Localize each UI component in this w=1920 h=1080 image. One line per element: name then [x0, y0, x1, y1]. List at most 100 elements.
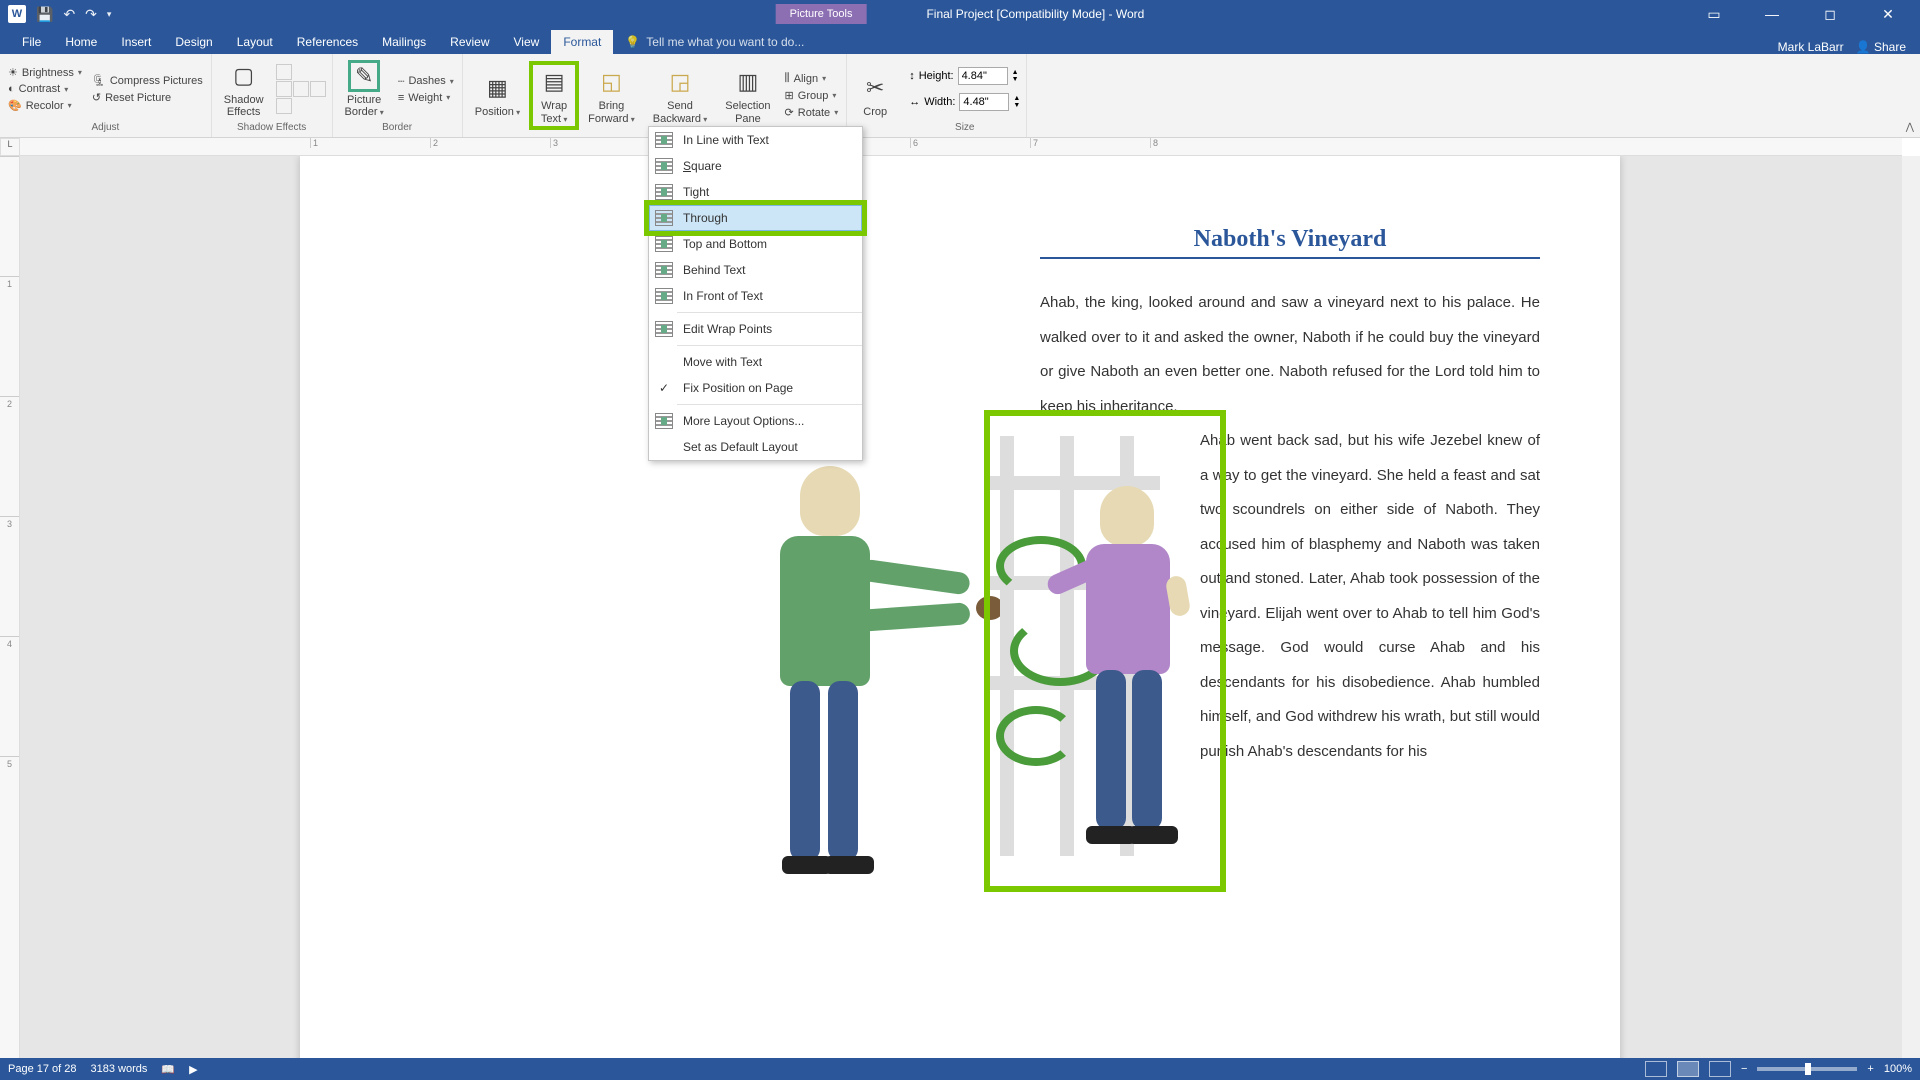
shadow-toggle[interactable]: [293, 81, 309, 97]
move-with-text-item[interactable]: Move with Text: [649, 349, 862, 375]
set-default-layout-item[interactable]: Set as Default Layout: [649, 434, 862, 460]
bring-forward-button[interactable]: ◱Bring Forward: [582, 64, 641, 126]
bring-forward-icon: ◱: [595, 66, 627, 98]
ruler-tick: 2: [0, 396, 19, 516]
width-down[interactable]: ▼: [1013, 102, 1020, 109]
tab-format[interactable]: Format: [551, 30, 613, 54]
page[interactable]: Naboth's Vineyard Ahab, the king, looked…: [300, 156, 1620, 1058]
picture-naboth-figure[interactable]: [990, 416, 1220, 886]
height-down[interactable]: ▼: [1012, 76, 1019, 83]
group-label-adjust: Adjust: [91, 122, 119, 135]
ribbon-display-options-icon[interactable]: ▭: [1694, 6, 1734, 23]
wrap-front-item[interactable]: In Front of Text: [649, 283, 862, 309]
wrap-through-item[interactable]: Through: [649, 205, 862, 231]
tab-mailings[interactable]: Mailings: [370, 30, 438, 54]
wrap-topbottom-icon: [655, 236, 673, 252]
maximize-icon[interactable]: ◻: [1810, 6, 1850, 23]
layout-options-icon: [655, 413, 673, 429]
save-icon[interactable]: 💾: [36, 6, 53, 23]
wrap-inline-icon: [655, 132, 673, 148]
wrap-tight-item[interactable]: Tight: [649, 179, 862, 205]
tell-me-search[interactable]: 💡 Tell me what you want to do...: [613, 30, 816, 54]
vertical-scrollbar[interactable]: [1902, 156, 1920, 1058]
position-icon: ▦: [481, 72, 513, 104]
selection-pane-button[interactable]: ▥Selection Pane: [719, 64, 776, 126]
redo-icon[interactable]: ↷: [85, 6, 97, 23]
page-indicator[interactable]: Page 17 of 28: [8, 1063, 77, 1075]
vertical-ruler[interactable]: 1 2 3 4 5: [0, 156, 20, 1058]
height-label: Height:: [919, 70, 954, 82]
status-bar: Page 17 of 28 3183 words 📖 ▶ − + 100%: [0, 1058, 1920, 1080]
crop-button[interactable]: ✂Crop: [853, 70, 897, 120]
fix-position-item[interactable]: ✓Fix Position on Page: [649, 375, 862, 401]
wrap-top-bottom-item[interactable]: Top and Bottom: [649, 231, 862, 257]
user-name[interactable]: Mark LaBarr: [1778, 40, 1844, 54]
undo-icon[interactable]: ↶: [63, 6, 75, 23]
more-layout-options-item[interactable]: More Layout Options...: [649, 408, 862, 434]
weight-button[interactable]: ≡Weight: [396, 91, 456, 105]
width-input[interactable]: [959, 93, 1009, 111]
ribbon: ☀Brightness ◐Contrast 🎨Recolor 🗜Compress…: [0, 54, 1920, 138]
qat-customize-icon[interactable]: ▾: [107, 9, 112, 20]
word-app-icon: W: [8, 5, 26, 23]
wrap-inline-item[interactable]: In Line with Text: [649, 127, 862, 153]
contrast-button[interactable]: ◐Contrast: [6, 82, 84, 96]
width-field[interactable]: ↔ Width: ▲▼: [909, 93, 1020, 111]
ruler-corner[interactable]: L: [0, 138, 20, 156]
share-button[interactable]: 👤 Share: [1856, 40, 1906, 54]
horizontal-ruler[interactable]: 1 2 3 4 5 6 7 8: [20, 138, 1902, 156]
picture-vendor-figure[interactable]: [660, 456, 1040, 896]
tab-design[interactable]: Design: [163, 30, 224, 54]
print-layout-icon[interactable]: [1677, 1061, 1699, 1077]
zoom-slider[interactable]: [1757, 1067, 1857, 1071]
tab-layout[interactable]: Layout: [225, 30, 285, 54]
brightness-button[interactable]: ☀Brightness: [6, 65, 84, 80]
edit-wrap-points-item[interactable]: Edit Wrap Points: [649, 316, 862, 342]
document-area[interactable]: Naboth's Vineyard Ahab, the king, looked…: [20, 156, 1920, 1058]
shadow-effects-button[interactable]: ▢ Shadow Effects: [218, 58, 270, 120]
minimize-icon[interactable]: —: [1752, 6, 1792, 23]
ruler-tick: 6: [910, 138, 1030, 148]
reset-picture-button[interactable]: ↺Reset Picture: [90, 90, 205, 105]
tab-view[interactable]: View: [502, 30, 552, 54]
tab-references[interactable]: References: [285, 30, 370, 54]
document-heading: Naboth's Vineyard: [1040, 226, 1540, 259]
shadow-nudge-up[interactable]: [276, 64, 292, 80]
position-button[interactable]: ▦Position: [469, 70, 526, 120]
align-button[interactable]: ⫼Align: [783, 71, 841, 86]
macro-icon[interactable]: ▶: [189, 1063, 197, 1076]
height-field[interactable]: ↕ Height: ▲▼: [909, 67, 1020, 85]
picture-border-button[interactable]: ✎ Picture Border: [339, 58, 390, 120]
width-up[interactable]: ▲: [1013, 95, 1020, 102]
wrap-behind-item[interactable]: Behind Text: [649, 257, 862, 283]
group-button[interactable]: ⊞Group: [783, 88, 841, 103]
compress-pictures-button[interactable]: 🗜Compress Pictures: [90, 73, 205, 88]
word-count[interactable]: 3183 words: [91, 1063, 148, 1075]
recolor-button[interactable]: 🎨Recolor: [6, 98, 84, 113]
zoom-level[interactable]: 100%: [1884, 1063, 1912, 1075]
close-icon[interactable]: ✕: [1868, 6, 1908, 23]
tab-home[interactable]: Home: [53, 30, 109, 54]
ruler-tick: 3: [0, 516, 19, 636]
shadow-nudge-left[interactable]: [276, 81, 292, 97]
spellcheck-icon[interactable]: 📖: [161, 1063, 175, 1076]
web-layout-icon[interactable]: [1709, 1061, 1731, 1077]
send-backward-button[interactable]: ◲Send Backward: [647, 64, 714, 126]
tab-insert[interactable]: Insert: [109, 30, 163, 54]
check-icon: ✓: [655, 381, 673, 395]
height-up[interactable]: ▲: [1012, 69, 1019, 76]
crop-icon: ✂: [859, 72, 891, 104]
zoom-in-icon[interactable]: +: [1867, 1063, 1873, 1075]
shadow-nudge-down[interactable]: [276, 98, 292, 114]
dashes-button[interactable]: ┄Dashes: [396, 74, 456, 89]
height-input[interactable]: [958, 67, 1008, 85]
wrap-text-button[interactable]: ▤Wrap Text: [532, 64, 576, 126]
read-mode-icon[interactable]: [1645, 1061, 1667, 1077]
rotate-button[interactable]: ⟳Rotate: [783, 105, 841, 120]
shadow-nudge-right[interactable]: [310, 81, 326, 97]
collapse-ribbon-icon[interactable]: ⋀: [1906, 122, 1914, 133]
zoom-out-icon[interactable]: −: [1741, 1063, 1747, 1075]
wrap-square-item[interactable]: SSquarequare: [649, 153, 862, 179]
tab-review[interactable]: Review: [438, 30, 501, 54]
tab-file[interactable]: File: [10, 30, 53, 54]
